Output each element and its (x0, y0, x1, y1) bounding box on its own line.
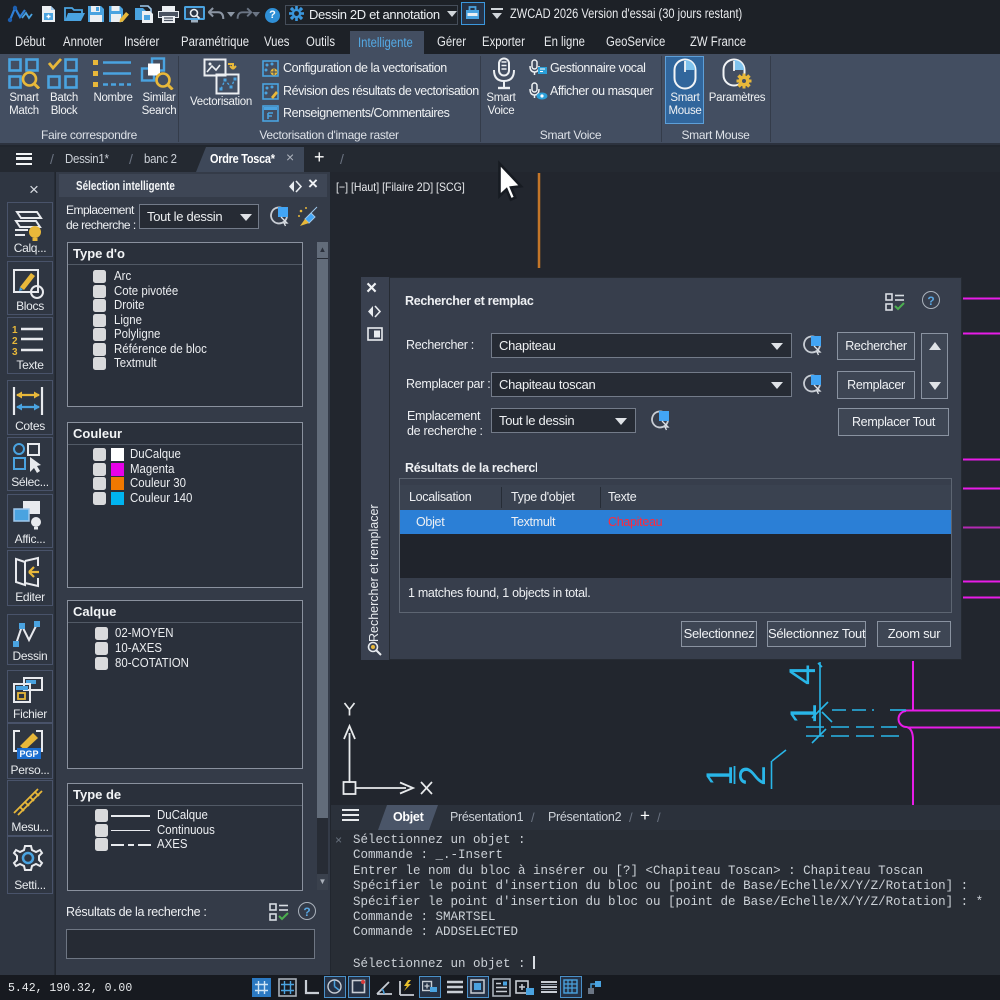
svg-text:1: 1 (12, 325, 18, 336)
svg-text:PGP: PGP (20, 749, 39, 759)
svg-text:2: 2 (12, 336, 18, 347)
svg-text:3: 3 (12, 347, 18, 355)
